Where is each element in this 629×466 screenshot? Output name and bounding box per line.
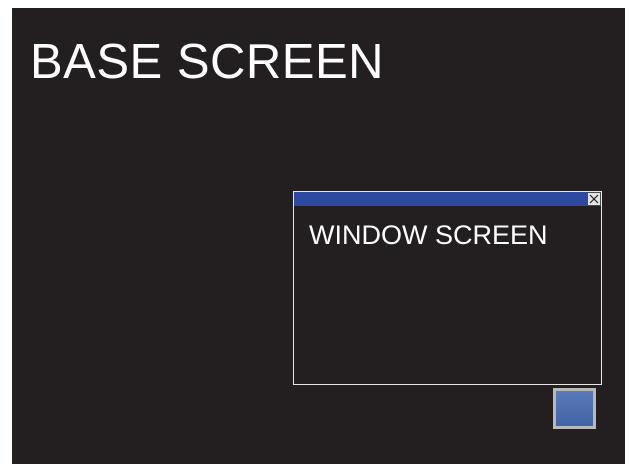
window-screen: WINDOW SCREEN — [293, 191, 602, 385]
window-titlebar[interactable] — [294, 192, 601, 206]
window-close-button[interactable] — [587, 192, 601, 206]
base-screen-button[interactable] — [553, 388, 596, 429]
window-screen-title: WINDOW SCREEN — [309, 220, 548, 250]
square-button-face — [556, 391, 593, 426]
base-screen-title: BASE SCREEN — [30, 35, 385, 89]
close-icon — [589, 194, 599, 204]
